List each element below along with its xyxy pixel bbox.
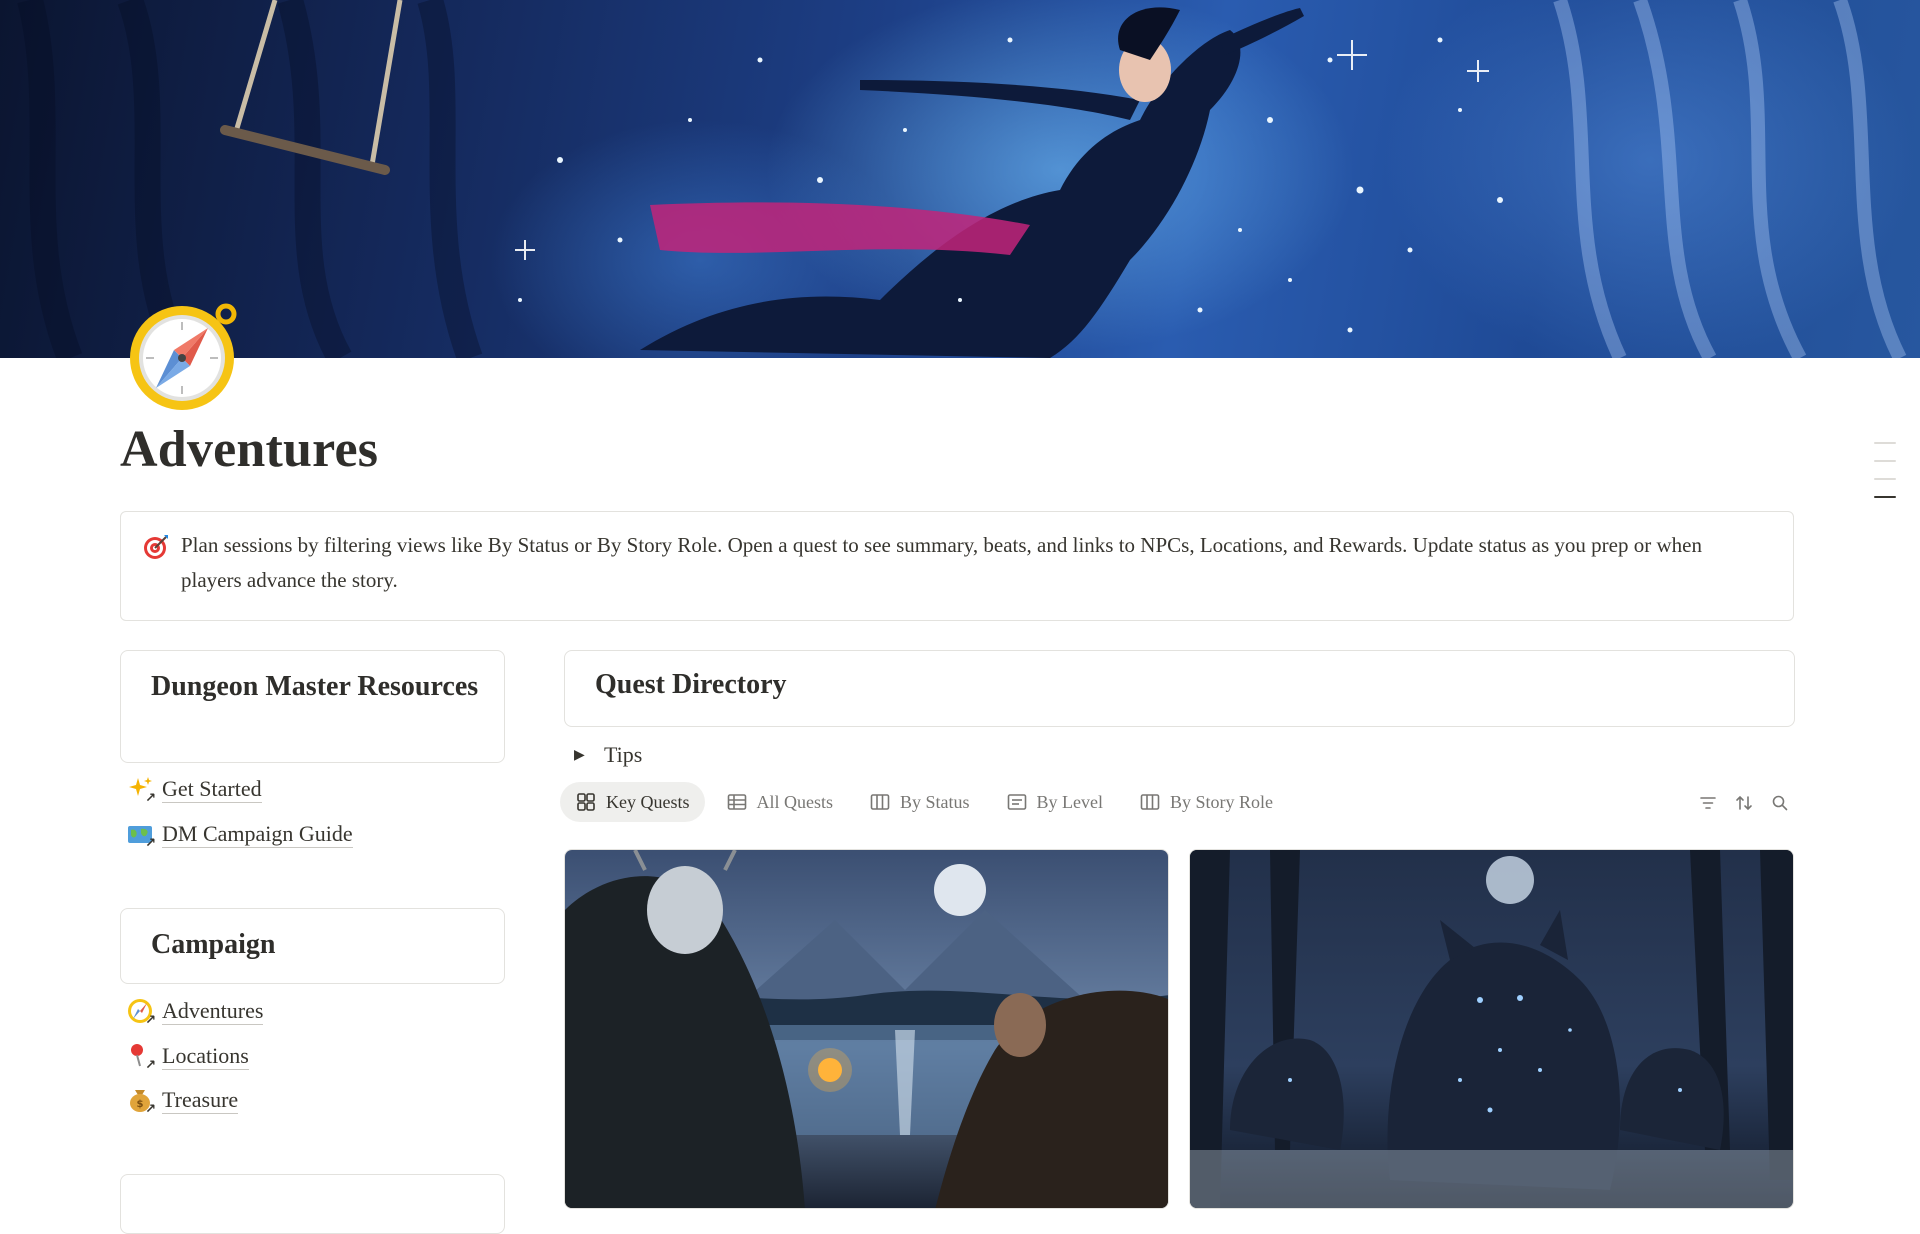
page-title[interactable]: Adventures bbox=[120, 420, 378, 479]
outline-mark-active[interactable] bbox=[1874, 496, 1896, 498]
filter-icon[interactable] bbox=[1690, 792, 1726, 814]
list-icon bbox=[1007, 794, 1026, 810]
section-title: Dungeon Master Resources bbox=[151, 671, 479, 702]
board-icon bbox=[1140, 794, 1160, 810]
dm-resources-header: Dungeon Master Resources bbox=[120, 650, 505, 763]
view-toolbar bbox=[1690, 792, 1798, 814]
sidebar-link-get-started[interactable]: ↗ Get Started bbox=[126, 772, 262, 806]
link-label[interactable]: Adventures bbox=[162, 998, 264, 1025]
table-icon bbox=[727, 794, 746, 810]
link-label[interactable]: Locations bbox=[162, 1043, 249, 1070]
toggle-label[interactable]: Tips bbox=[604, 742, 642, 768]
link-label[interactable]: DM Campaign Guide bbox=[162, 821, 353, 848]
callout-text: Plan sessions by filtering views like By… bbox=[181, 533, 1702, 592]
tab-label[interactable]: Key Quests bbox=[606, 792, 690, 813]
link-label[interactable]: Treasure bbox=[162, 1087, 239, 1114]
svg-text:$: $ bbox=[137, 1099, 144, 1110]
cover-artwork bbox=[17, 0, 1907, 358]
campaign-header: Campaign bbox=[120, 908, 505, 984]
sparkles-icon: ↗ bbox=[126, 775, 156, 805]
tab-label[interactable]: By Story Role bbox=[1170, 792, 1273, 813]
section-title: Quest Directory bbox=[595, 669, 787, 700]
sort-icon[interactable] bbox=[1726, 792, 1762, 814]
outline-mark[interactable] bbox=[1874, 460, 1896, 462]
tab-label[interactable]: By Level bbox=[1037, 792, 1103, 813]
board-icon bbox=[870, 794, 890, 810]
view-tabs: Key Quests All Quests By Status By Level… bbox=[560, 782, 1294, 822]
money-bag-icon: $ ↗ bbox=[126, 1086, 156, 1116]
link-label[interactable]: Get Started bbox=[162, 776, 262, 803]
gallery-icon bbox=[577, 793, 595, 811]
tab-all-quests[interactable]: All Quests bbox=[711, 782, 849, 822]
tab-label[interactable]: All Quests bbox=[757, 792, 834, 813]
page-outline[interactable] bbox=[1874, 442, 1896, 514]
quest-card[interactable] bbox=[1189, 849, 1794, 1209]
sidebar-link-locations[interactable]: ↗ Locations bbox=[126, 1039, 249, 1073]
search-icon[interactable] bbox=[1762, 792, 1798, 814]
next-section-card bbox=[120, 1174, 505, 1234]
quest-directory-header: Quest Directory bbox=[564, 650, 1795, 727]
quest-card[interactable] bbox=[564, 849, 1169, 1209]
tab-label[interactable]: By Status bbox=[900, 792, 970, 813]
sidebar-link-dm-campaign-guide[interactable]: ↗ DM Campaign Guide bbox=[126, 817, 353, 851]
compass-icon: ↗ bbox=[126, 997, 156, 1027]
tab-by-status[interactable]: By Status bbox=[854, 782, 985, 822]
compass-icon[interactable] bbox=[128, 300, 240, 412]
sidebar-link-treasure[interactable]: $ ↗ Treasure bbox=[126, 1083, 239, 1117]
outline-mark[interactable] bbox=[1874, 442, 1896, 444]
sidebar-link-adventures[interactable]: ↗ Adventures bbox=[126, 994, 264, 1028]
tips-callout: Plan sessions by filtering views like By… bbox=[120, 511, 1794, 621]
tips-toggle[interactable]: ▶ Tips bbox=[574, 738, 642, 772]
section-title: Campaign bbox=[151, 929, 276, 960]
tab-by-story-role[interactable]: By Story Role bbox=[1124, 782, 1288, 822]
quest-card-cover bbox=[565, 850, 1168, 1208]
target-icon bbox=[143, 534, 169, 560]
pushpin-icon: ↗ bbox=[126, 1042, 156, 1072]
tab-key-quests[interactable]: Key Quests bbox=[560, 782, 705, 822]
cover-image bbox=[0, 0, 1920, 358]
quest-card-cover bbox=[1190, 850, 1793, 1208]
caret-right-icon[interactable]: ▶ bbox=[574, 747, 604, 763]
world-map-icon: ↗ bbox=[126, 820, 156, 850]
tab-by-level[interactable]: By Level bbox=[991, 782, 1118, 822]
outline-mark[interactable] bbox=[1874, 478, 1896, 480]
